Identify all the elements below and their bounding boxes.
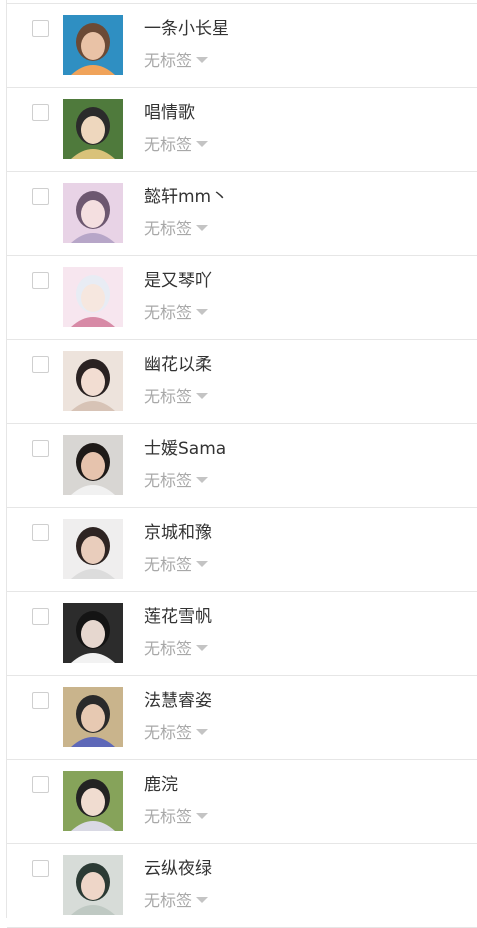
- contact-name[interactable]: 幽花以柔: [144, 354, 212, 376]
- tag-label: 无标签: [144, 723, 193, 742]
- tag-label: 无标签: [144, 807, 193, 826]
- select-checkbox[interactable]: [32, 188, 49, 205]
- contact-name[interactable]: 鹿浣: [144, 774, 178, 796]
- list-item[interactable]: 懿轩mm丶无标签: [7, 172, 477, 256]
- avatar[interactable]: [63, 687, 123, 747]
- avatar[interactable]: [63, 855, 123, 915]
- list-item[interactable]: 鹿浣 无标签: [7, 760, 477, 844]
- tag-dropdown[interactable]: 无标签: [144, 554, 209, 576]
- select-checkbox[interactable]: [32, 524, 49, 541]
- contact-name[interactable]: 懿轩mm丶: [144, 186, 228, 208]
- avatar[interactable]: [63, 603, 123, 663]
- contact-name[interactable]: 士媛Sama: [144, 438, 226, 460]
- caret-down-icon: [196, 309, 209, 315]
- avatar[interactable]: [63, 15, 123, 75]
- contact-name[interactable]: 法慧睿姿: [144, 690, 212, 712]
- avatar[interactable]: [63, 99, 123, 159]
- contact-name[interactable]: 云纵夜绿: [144, 858, 212, 880]
- caret-down-icon: [196, 561, 209, 567]
- tag-dropdown[interactable]: 无标签: [144, 470, 209, 492]
- list-item[interactable]: 法慧睿姿 无标签: [7, 676, 477, 760]
- list-item[interactable]: 一条小长星 无标签: [7, 4, 477, 88]
- avatar[interactable]: [63, 435, 123, 495]
- tag-dropdown[interactable]: 无标签: [144, 50, 209, 72]
- avatar[interactable]: [63, 771, 123, 831]
- select-checkbox[interactable]: [32, 776, 49, 793]
- select-checkbox[interactable]: [32, 440, 49, 457]
- tag-dropdown[interactable]: 无标签: [144, 890, 209, 912]
- tag-dropdown[interactable]: 无标签: [144, 638, 209, 660]
- tag-label: 无标签: [144, 387, 193, 406]
- tag-label: 无标签: [144, 135, 193, 154]
- select-checkbox[interactable]: [32, 104, 49, 121]
- list-item[interactable]: 是又琴吖 无标签: [7, 256, 477, 340]
- tag-label: 无标签: [144, 471, 193, 490]
- avatar[interactable]: [63, 351, 123, 411]
- tag-label: 无标签: [144, 555, 193, 574]
- caret-down-icon: [196, 141, 209, 147]
- tag-dropdown[interactable]: 无标签: [144, 218, 209, 240]
- tag-dropdown[interactable]: 无标签: [144, 386, 209, 408]
- tag-dropdown[interactable]: 无标签: [144, 722, 209, 744]
- tag-dropdown[interactable]: 无标签: [144, 302, 209, 324]
- caret-down-icon: [196, 57, 209, 63]
- select-checkbox[interactable]: [32, 356, 49, 373]
- tag-label: 无标签: [144, 303, 193, 322]
- select-checkbox[interactable]: [32, 272, 49, 289]
- select-checkbox[interactable]: [32, 608, 49, 625]
- caret-down-icon: [196, 813, 209, 819]
- contact-name[interactable]: 唱情歌: [144, 102, 195, 124]
- avatar[interactable]: [63, 519, 123, 579]
- tag-label: 无标签: [144, 219, 193, 238]
- list-item[interactable]: 士媛Sama 无标签: [7, 424, 477, 508]
- list-item[interactable]: 莲花雪帆 无标签: [7, 592, 477, 676]
- contact-list: 一条小长星 无标签 唱情歌 无标签 懿轩mm丶 无标签 是又琴吖 无标签 幽花以柔 无标签 士媛Sa…: [7, 4, 477, 928]
- tag-label: 无标签: [144, 639, 193, 658]
- tag-dropdown[interactable]: 无标签: [144, 134, 209, 156]
- caret-down-icon: [196, 729, 209, 735]
- select-checkbox[interactable]: [32, 692, 49, 709]
- caret-down-icon: [196, 645, 209, 651]
- caret-down-icon: [196, 393, 209, 399]
- list-item[interactable]: 唱情歌 无标签: [7, 88, 477, 172]
- select-checkbox[interactable]: [32, 860, 49, 877]
- list-item[interactable]: 云纵夜绿 无标签: [7, 844, 477, 928]
- list-item[interactable]: 幽花以柔 无标签: [7, 340, 477, 424]
- tag-label: 无标签: [144, 891, 193, 910]
- caret-down-icon: [196, 225, 209, 231]
- tag-label: 无标签: [144, 51, 193, 70]
- contact-name[interactable]: 莲花雪帆: [144, 606, 212, 628]
- avatar[interactable]: [63, 183, 123, 243]
- contact-name[interactable]: 是又琴吖: [144, 270, 212, 292]
- contact-name[interactable]: 一条小长星: [144, 18, 229, 40]
- select-checkbox[interactable]: [32, 20, 49, 37]
- contact-name[interactable]: 京城和豫: [144, 522, 212, 544]
- list-item[interactable]: 京城和豫 无标签: [7, 508, 477, 592]
- avatar[interactable]: [63, 267, 123, 327]
- tag-dropdown[interactable]: 无标签: [144, 806, 209, 828]
- caret-down-icon: [196, 477, 209, 483]
- caret-down-icon: [196, 897, 209, 903]
